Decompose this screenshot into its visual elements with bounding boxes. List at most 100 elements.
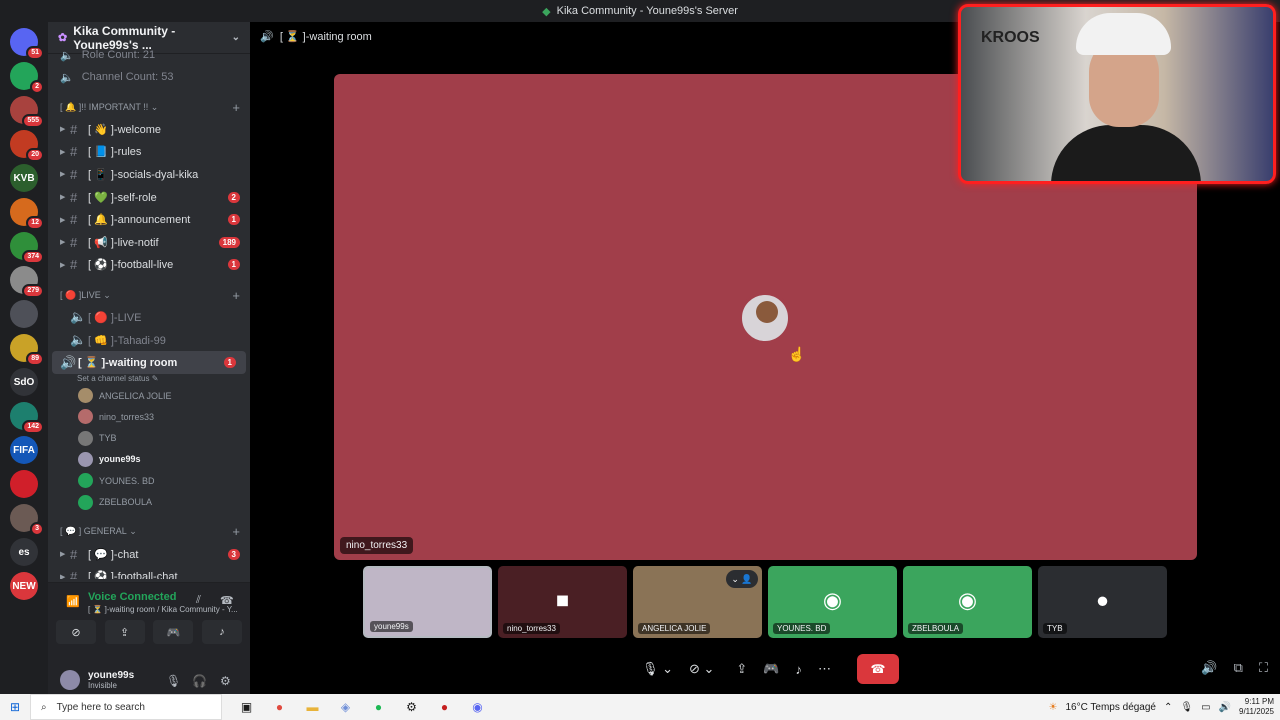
- discord-icon[interactable]: ◉: [461, 700, 494, 714]
- server-icon[interactable]: 2: [10, 62, 44, 94]
- volume-icon[interactable]: 🔊: [1201, 660, 1217, 676]
- voice-user[interactable]: youne99s: [48, 449, 250, 470]
- avatar[interactable]: [60, 670, 80, 690]
- file-explorer-icon[interactable]: ▬: [296, 700, 329, 714]
- text-channel[interactable]: ▶ # [ 📘 ]-rules: [48, 141, 250, 164]
- hash-icon: #: [70, 144, 78, 160]
- voice-channel-waiting-room[interactable]: 🔊[ ⏳ ]-waiting room 1: [52, 351, 246, 374]
- task-view-icon[interactable]: ▣: [230, 700, 263, 714]
- participant-tile[interactable]: ■ nino_torres33: [498, 566, 627, 638]
- microphone-icon[interactable]: 🎙: [1180, 702, 1193, 713]
- text-channel[interactable]: ▶ # [ 📢 ]-live-notif 189: [48, 231, 250, 254]
- voice-user[interactable]: nino_torres33: [48, 406, 250, 427]
- server-icon[interactable]: 142: [10, 402, 44, 434]
- server-icon[interactable]: 51: [10, 28, 44, 60]
- server-icon[interactable]: 279: [10, 266, 44, 298]
- category-live[interactable]: [ 🔴 ]LIVE ⌄ +: [48, 284, 250, 306]
- expand-arrow-icon[interactable]: ▶: [60, 193, 70, 201]
- network-icon[interactable]: ▭: [1201, 702, 1210, 713]
- disconnect-icon[interactable]: ☎: [220, 594, 234, 607]
- more-icon[interactable]: ⋯: [818, 661, 831, 677]
- expand-arrow-icon[interactable]: ▶: [60, 216, 70, 224]
- server-icon[interactable]: es: [10, 538, 38, 566]
- add-channel-icon[interactable]: +: [232, 100, 240, 115]
- screen-share-icon[interactable]: ⇪: [736, 661, 747, 677]
- camera-off-button[interactable]: ⊘: [56, 620, 96, 644]
- text-channel[interactable]: ▶ # [ 💚 ]-self-role 2: [48, 186, 250, 209]
- voice-user[interactable]: ANGELICA JOLIE: [48, 385, 250, 406]
- server-icon[interactable]: 374: [10, 232, 44, 264]
- add-channel-icon[interactable]: +: [232, 524, 240, 539]
- server-icon[interactable]: 20: [10, 130, 44, 162]
- activity-icon[interactable]: 🎮: [763, 661, 779, 677]
- server-icon[interactable]: SdO: [10, 368, 38, 396]
- text-channel[interactable]: ▶ # [ ⚽ ]-football-chat: [48, 565, 250, 579]
- server-icon[interactable]: FIFA: [10, 436, 38, 464]
- expand-arrow-icon[interactable]: ▶: [60, 148, 70, 156]
- expand-arrow-icon[interactable]: ▶: [60, 573, 70, 579]
- expand-arrow-icon[interactable]: ▶: [60, 238, 70, 246]
- microphone-icon[interactable]: 🎙 ⌄: [642, 661, 673, 677]
- voice-user[interactable]: TYB: [48, 428, 250, 449]
- voice-connected-subtitle[interactable]: [ ⏳ ]-waiting room / Kika Community - Y.…: [88, 605, 238, 614]
- voice-user-name: ANGELICA JOLIE: [99, 390, 172, 401]
- app-icon[interactable]: ◈: [329, 700, 362, 714]
- category-general[interactable]: [ 💬 ] GENERAL ⌄ +: [48, 521, 250, 543]
- text-channel[interactable]: ▶ # [ 📱 ]-socials-dyal-kika: [48, 163, 250, 186]
- camera-off-icon[interactable]: ⊘ ⌄: [689, 661, 714, 677]
- channel-status-link[interactable]: Set a channel status ✎: [48, 374, 250, 385]
- gear-icon[interactable]: ⚙: [220, 674, 231, 688]
- taskbar-search[interactable]: ⌕ Type here to search: [30, 694, 222, 720]
- expand-arrow-icon[interactable]: ▶: [60, 261, 70, 269]
- fullscreen-icon[interactable]: ⛶: [1259, 660, 1268, 676]
- text-channel[interactable]: ▶ # [ 💬 ]-chat 3: [48, 543, 250, 566]
- expand-arrow-icon[interactable]: ▶: [60, 550, 70, 558]
- voice-channel-tahadi[interactable]: 🔈[ 👊 ]-Tahadi-99: [48, 329, 250, 352]
- chevron-up-icon[interactable]: ⌃: [1164, 702, 1172, 713]
- voice-user[interactable]: YOUNES. BD: [48, 470, 250, 491]
- server-icon[interactable]: 89: [10, 334, 44, 366]
- soundboard-button[interactable]: ♪: [201, 620, 242, 644]
- spotify-icon[interactable]: ●: [362, 700, 395, 714]
- volume-icon[interactable]: 🔊: [1219, 702, 1231, 713]
- server-icon[interactable]: 555: [10, 96, 44, 128]
- popout-icon[interactable]: ⧉: [1234, 660, 1243, 676]
- taskbar-clock[interactable]: 9:11 PM 9/11/2025: [1239, 697, 1274, 717]
- participant-tile[interactable]: youne99s: [363, 566, 492, 638]
- windows-start-icon[interactable]: ⊞: [0, 700, 30, 714]
- participant-tile[interactable]: ◉ ZBELBOULA: [903, 566, 1032, 638]
- participant-tile[interactable]: ANGELICA JOLIE ⌄ 👤: [633, 566, 762, 638]
- voice-connected-title[interactable]: Voice Connected: [88, 591, 176, 603]
- webcam-cap-shape: [1076, 13, 1171, 55]
- text-channel[interactable]: ▶ # [ ⚽ ]-football-live 1: [48, 254, 250, 277]
- server-icon[interactable]: 3: [10, 504, 44, 536]
- weather-text[interactable]: 16°C Temps dégagé: [1065, 702, 1156, 713]
- settings-icon[interactable]: ⚙: [395, 700, 428, 714]
- microphone-icon[interactable]: 🎙: [166, 674, 181, 688]
- app-icon[interactable]: ●: [428, 700, 461, 714]
- tile-options-icon[interactable]: ⌄ 👤: [726, 570, 758, 588]
- expand-arrow-icon[interactable]: ▶: [60, 170, 70, 178]
- category-important[interactable]: [ 🔔 ]!! IMPORTANT !! ⌄ +: [48, 96, 250, 118]
- server-icon[interactable]: 12: [10, 198, 44, 230]
- voice-user[interactable]: ZBELBOULA: [48, 491, 250, 512]
- voice-channel-live[interactable]: 🔈[ 🔴 ]-LIVE: [48, 306, 250, 329]
- server-icon[interactable]: [10, 470, 38, 498]
- chevron-down-icon[interactable]: ⌄: [232, 32, 240, 43]
- activity-button[interactable]: 🎮: [153, 620, 194, 644]
- server-icon[interactable]: [10, 300, 38, 328]
- text-channel[interactable]: ▶ # [ 👋 ]-welcome: [48, 118, 250, 141]
- text-channel[interactable]: ▶ # [ 🔔 ]-announcement 1: [48, 208, 250, 231]
- noise-suppression-icon[interactable]: ⫽: [196, 594, 201, 607]
- server-icon[interactable]: KVB: [10, 164, 38, 192]
- add-channel-icon[interactable]: +: [232, 288, 240, 303]
- screen-share-button[interactable]: ⇪: [104, 620, 145, 644]
- server-icon[interactable]: NEW: [10, 572, 38, 600]
- participant-tile[interactable]: ◉ YOUNES. BD: [768, 566, 897, 638]
- expand-arrow-icon[interactable]: ▶: [60, 125, 70, 133]
- chrome-icon[interactable]: ●: [263, 700, 296, 714]
- headphones-icon[interactable]: 🎧: [192, 674, 207, 688]
- end-call-button[interactable]: ☎: [857, 654, 900, 684]
- participant-tile[interactable]: ● TYB: [1038, 566, 1167, 638]
- soundboard-icon[interactable]: ♪: [796, 662, 803, 677]
